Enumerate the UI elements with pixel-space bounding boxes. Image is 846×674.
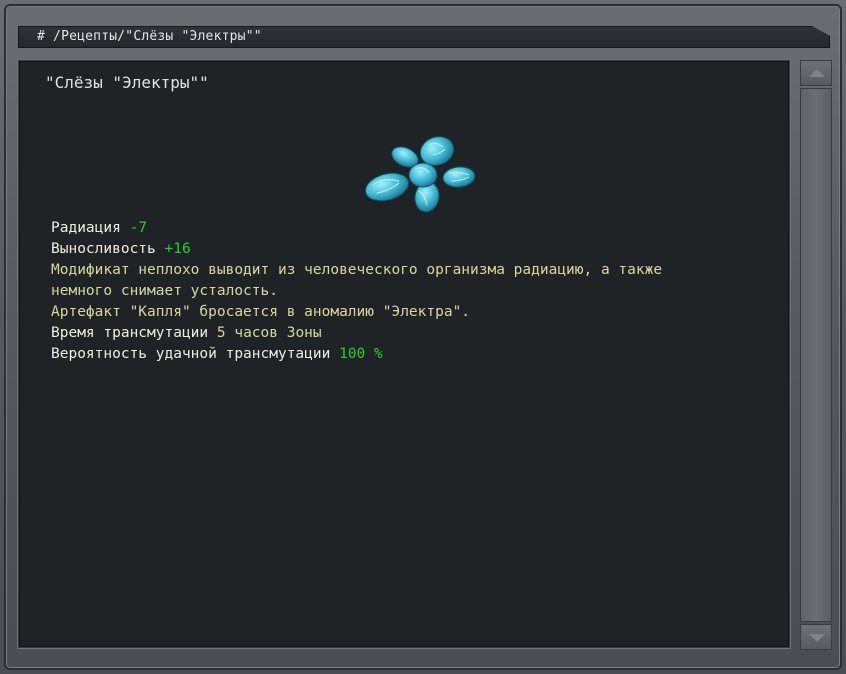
stat-transmutation-time: Время трансмутации 5 часов Зоны	[51, 323, 771, 344]
path-bar: # /Рецепты/"Слёзы "Электры""	[18, 26, 830, 48]
item-title: "Слёзы "Электры""	[45, 73, 209, 92]
arrow-up-icon	[809, 69, 825, 77]
time-value: 5 часов Зоны	[216, 325, 322, 341]
stamina-label: Выносливость	[51, 241, 165, 257]
recipe-note: Артефакт "Капля" бросается в аномалию "Э…	[51, 304, 471, 320]
stat-success-chance: Вероятность удачной трансмутации 100 %	[51, 344, 771, 365]
cyan-crystal-artifact-icon	[364, 136, 476, 213]
scroll-up-button[interactable]	[800, 60, 832, 86]
artifact-stats: Радиация -7 Выносливость +16 Модификат н…	[51, 218, 771, 365]
stamina-value: +16	[164, 241, 191, 257]
chance-value: 100 %	[339, 346, 383, 362]
stat-radiation: Радиация -7	[51, 218, 771, 239]
stat-stamina: Выносливость +16	[51, 239, 771, 260]
description-line-1: Модификат неплохо выводит из человеческо…	[51, 262, 663, 278]
radiation-label: Радиация	[51, 220, 130, 236]
arrow-down-icon	[809, 634, 825, 642]
path-text: # /Рецепты/"Слёзы "Электры""	[37, 29, 262, 44]
scroll-thumb[interactable]	[800, 88, 832, 622]
time-label: Время трансмутации	[51, 325, 217, 341]
radiation-value: -7	[129, 220, 148, 236]
vertical-scrollbar[interactable]	[800, 60, 832, 664]
chance-label: Вероятность удачной трансмутации	[51, 346, 340, 362]
scroll-down-button[interactable]	[800, 624, 832, 650]
recipe-content-panel: "Слёзы "Электры"" Радиация -7 Выносливос…	[18, 60, 790, 648]
pda-window-frame: # /Рецепты/"Слёзы "Электры"" "Слёзы "Эле…	[0, 0, 846, 674]
description-line-2: немного снимает усталость.	[51, 283, 278, 299]
